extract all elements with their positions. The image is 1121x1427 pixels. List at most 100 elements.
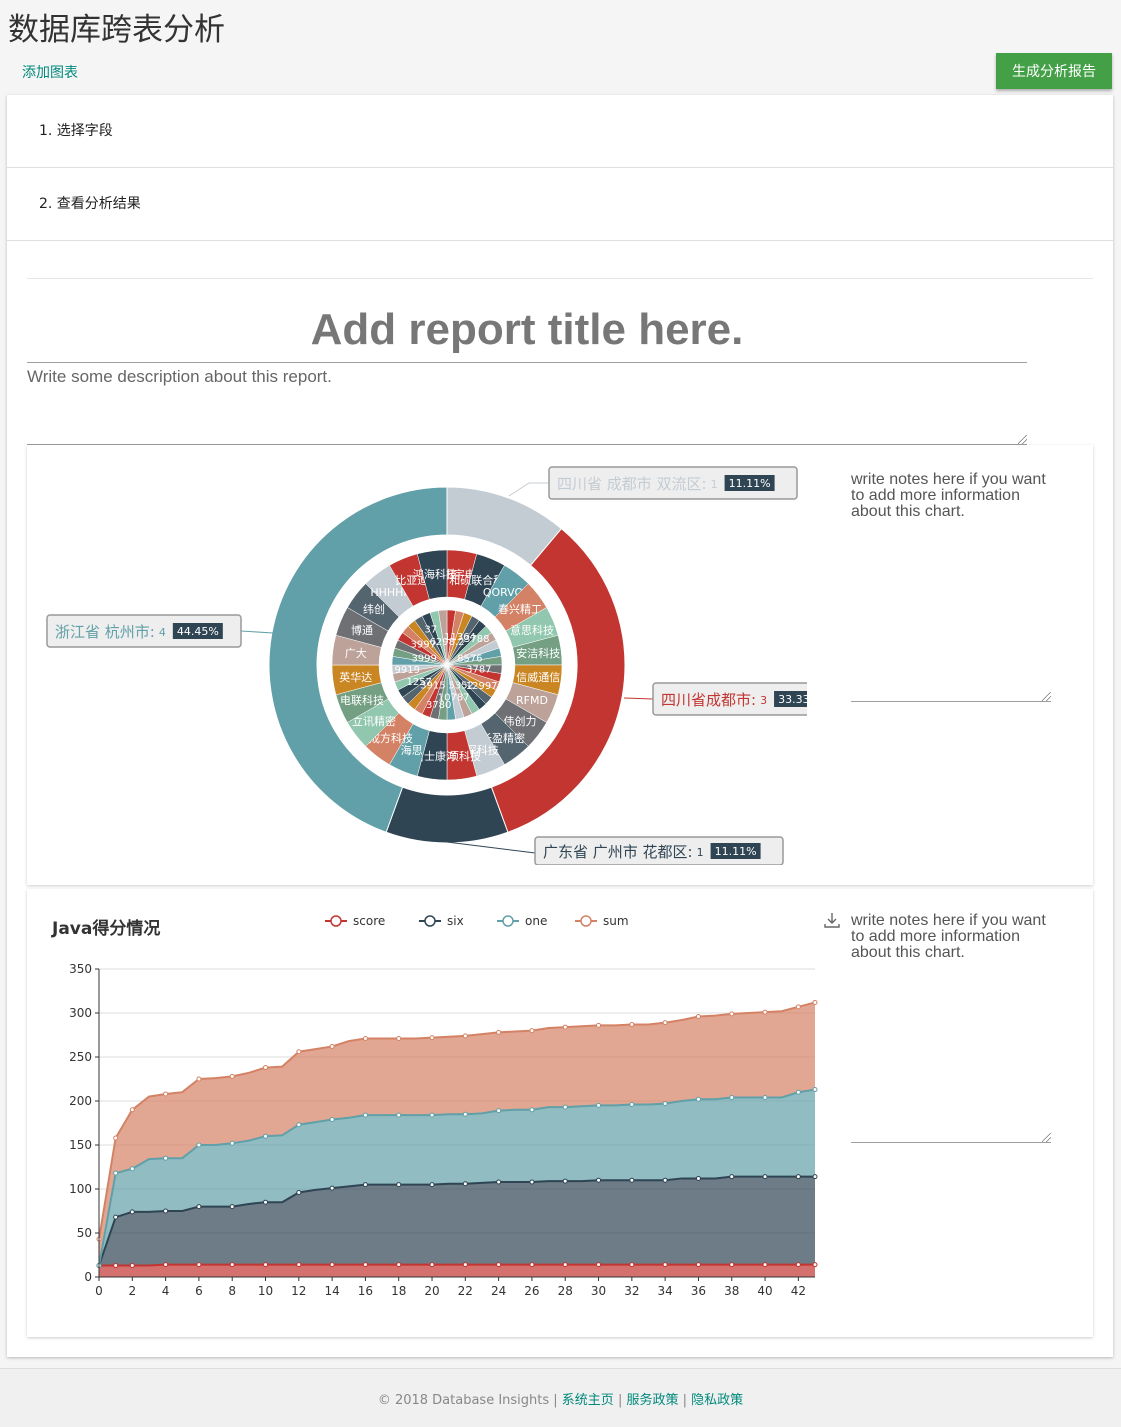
step-select-fields[interactable]: 1. 选择字段: [7, 95, 1113, 168]
area-chart-card: Java得分情况 score six one sum 0 50 100 150 200 250 300…: [27, 889, 1093, 1337]
data-point: [429, 1262, 435, 1268]
data-point: [795, 1262, 801, 1268]
line-series-score: [99, 1263, 815, 1267]
pie-inner-value: 9919: [394, 665, 419, 676]
y-tick-label: 200: [69, 1094, 92, 1108]
pie-callout-label: 四川省成都市:: [661, 691, 756, 709]
data-point: [629, 1177, 635, 1183]
x-tick-label: 32: [624, 1284, 639, 1298]
pie-inner-value: 1257: [407, 677, 432, 688]
data-point: [729, 1262, 735, 1268]
data-point: [429, 1112, 435, 1118]
pie-inner-label: 英华达: [339, 670, 372, 684]
step-view-results[interactable]: 2. 查看分析结果: [7, 168, 1113, 241]
pie-callout-label: 广东省 广州市 花都区:: [543, 843, 693, 861]
footer-home-link[interactable]: 系统主页: [562, 1393, 614, 1408]
x-tick-label: 6: [195, 1284, 203, 1298]
data-point: [362, 1112, 368, 1118]
data-point: [429, 1182, 435, 1188]
data-point: [296, 1190, 302, 1196]
data-point: [662, 1101, 668, 1107]
data-point: [662, 1020, 668, 1026]
data-point: [196, 1204, 202, 1210]
chart-notes[interactable]: write notes here if you want to add more…: [851, 913, 1051, 961]
pie-inner-label: 广大: [345, 646, 367, 660]
data-point: [296, 1122, 302, 1128]
data-point: [296, 1049, 302, 1055]
data-point: [113, 1135, 119, 1141]
x-tick-label: 30: [591, 1284, 606, 1298]
report-description-placeholder: Write some description about this report…: [27, 367, 332, 386]
resize-handle[interactable]: [1018, 435, 1027, 444]
x-tick-label: 24: [491, 1284, 506, 1298]
resize-handle[interactable]: [1042, 692, 1051, 701]
resize-handle[interactable]: [1042, 1133, 1051, 1142]
x-tick-label: 20: [424, 1284, 439, 1298]
pie-callout-label: 浙江省 杭州市:: [55, 623, 155, 641]
x-tick-label: 42: [791, 1284, 806, 1298]
data-point: [762, 1174, 768, 1180]
data-point: [729, 1011, 735, 1017]
pie-inner-label: 意思科技: [510, 623, 554, 637]
data-point: [496, 1029, 502, 1035]
pie-percent-label: 44.45%: [177, 625, 219, 638]
data-point: [429, 1035, 435, 1041]
data-point: [762, 1094, 768, 1100]
generate-report-button[interactable]: 生成分析报告: [996, 53, 1112, 89]
x-tick-label: 28: [558, 1284, 573, 1298]
legend-marker: [330, 915, 342, 927]
pie-percent-label: 11.11%: [715, 845, 757, 858]
data-point: [396, 1112, 402, 1118]
report-description-textarea[interactable]: Write some description about this report…: [27, 367, 1027, 445]
data-point: [396, 1036, 402, 1042]
legend-marker: [424, 915, 436, 927]
report-title-input[interactable]: Add report title here.: [27, 295, 1027, 363]
footer-privacy-link[interactable]: 隐私政策: [691, 1393, 743, 1408]
pie-callout-line: [240, 630, 274, 634]
data-point: [163, 1091, 169, 1097]
data-point: [229, 1140, 235, 1146]
data-point: [263, 1262, 269, 1268]
y-tick-label: 300: [69, 1006, 92, 1020]
pie-inner-label: 信威通信: [516, 671, 560, 684]
pie-inner-value: 37: [424, 624, 437, 635]
x-tick-label: 16: [358, 1284, 373, 1298]
data-point: [562, 1262, 568, 1268]
footer: © 2018 Database Insights | 系统主页 | 服务政策 |…: [0, 1368, 1121, 1427]
data-point: [196, 1262, 202, 1268]
pie-inner-label: RFMD: [516, 694, 548, 707]
data-point: [163, 1262, 169, 1268]
pie-inner-value: 3997: [410, 640, 435, 651]
area-chart[interactable]: Java得分情况 score six one sum050100150200250300…: [27, 899, 827, 1319]
data-point: [695, 1096, 701, 1102]
data-point: [795, 1174, 801, 1180]
data-point: [229, 1262, 235, 1268]
legend-label: one: [525, 914, 547, 928]
pie-inner-value: 3780: [426, 700, 451, 711]
download-icon[interactable]: [823, 911, 841, 929]
data-point: [562, 1178, 568, 1184]
pie-chart[interactable]: 正阳宇电脑和硕联合科技QORVO春兴精工意思科技安洁科技信威通信RFMD伟创力长…: [27, 445, 807, 865]
add-chart-link[interactable]: 添加图表: [22, 62, 78, 82]
pie-inner-label: 海思: [401, 743, 423, 757]
data-point: [329, 1185, 335, 1191]
pie-inner-label: 伟创力: [503, 715, 536, 728]
pie-chart-card: 正阳宇电脑 和硕联合科技 QORVO 春兴精工 意思科技 安洁科技 信威通信 RFMD 伟创力长…: [27, 445, 1093, 885]
data-point: [163, 1155, 169, 1161]
data-point: [596, 1102, 602, 1108]
pie-percent-label: 33.33%: [778, 693, 807, 706]
legend-label: score: [353, 914, 385, 928]
data-point: [329, 1043, 335, 1049]
pie-inner-value: 5352: [448, 680, 473, 691]
pie-inner-label: 电联科技: [340, 693, 384, 707]
footer-service-link[interactable]: 服务政策: [626, 1393, 678, 1408]
main-card: 1. 选择字段 2. 查看分析结果 Add report title here.…: [7, 95, 1113, 1357]
data-point: [762, 1262, 768, 1268]
area-series-score: [99, 1264, 815, 1277]
data-point: [812, 1262, 818, 1268]
data-point: [662, 1177, 668, 1183]
x-tick-label: 14: [324, 1284, 339, 1298]
chart-notes[interactable]: write notes here if you want to add more…: [851, 472, 1051, 520]
data-point: [729, 1094, 735, 1100]
data-point: [529, 1028, 535, 1034]
